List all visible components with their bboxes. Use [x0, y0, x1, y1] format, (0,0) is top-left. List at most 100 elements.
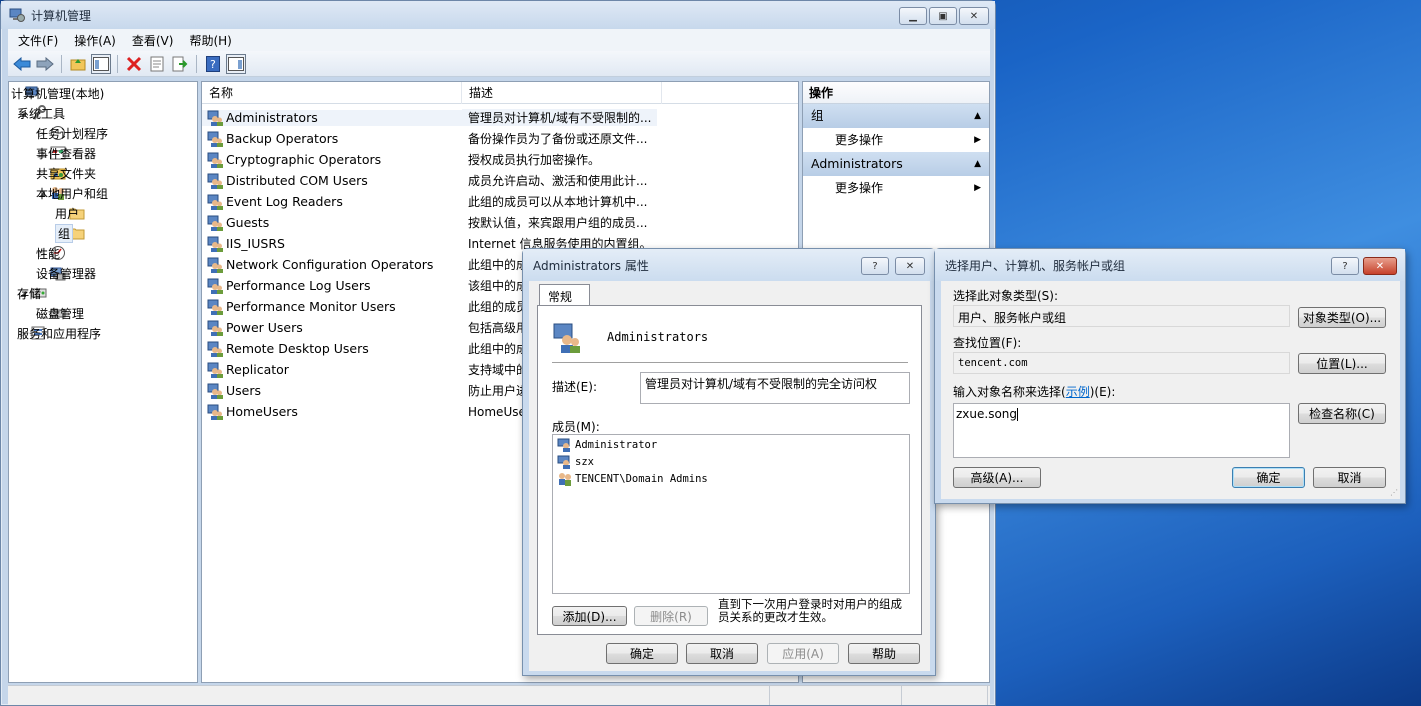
- group-name: Replicator: [226, 362, 289, 377]
- select-users-dialog: 选择用户、计算机、服务帐户或组 ? ✕ 选择此对象类型(S): 用户、服务帐户或…: [934, 248, 1406, 504]
- table-row[interactable]: Cryptographic Operators 授权成员执行加密操作。: [202, 149, 798, 170]
- actions-header: 操作: [803, 82, 989, 104]
- member-name: TENCENT\Domain Admins: [575, 473, 708, 485]
- forward-button[interactable]: [35, 54, 55, 74]
- toolbar-separator: [61, 54, 62, 73]
- list-item[interactable]: Administrator: [557, 437, 657, 453]
- tab-general[interactable]: 常规: [539, 284, 590, 306]
- location-label: 查找位置(F):: [953, 336, 1022, 350]
- label-text: 输入对象名称来选择(: [953, 385, 1066, 399]
- minimize-button[interactable]: ▁: [899, 7, 927, 25]
- tree-item-performance[interactable]: ▷ 性能: [36, 243, 69, 263]
- tree-item-shared-folders[interactable]: ▷ 共享文件夹: [36, 163, 96, 183]
- maximize-button[interactable]: ▣: [929, 7, 957, 25]
- remove-member-button[interactable]: 删除(R): [634, 606, 708, 626]
- column-header-name[interactable]: 名称: [202, 82, 462, 104]
- delete-button[interactable]: [124, 54, 144, 74]
- table-row[interactable]: Backup Operators 备份操作员为了备份或还原文件...: [202, 128, 798, 149]
- close-icon: ✕: [969, 10, 979, 22]
- table-row[interactable]: Distributed COM Users 成员允许启动、激活和使用此计...: [202, 170, 798, 191]
- ok-button[interactable]: 确定: [606, 643, 678, 664]
- tree-item-local-users-groups[interactable]: ◢ 本地用户和组: [36, 183, 108, 203]
- tree-item-users[interactable]: 用户: [55, 203, 88, 223]
- collapse-triangle-icon[interactable]: ▲: [974, 104, 981, 128]
- cancel-button[interactable]: 取消: [686, 643, 758, 664]
- user-icon: [557, 438, 570, 452]
- tree-item-device-manager[interactable]: 设备管理器: [36, 263, 96, 283]
- group-icon: [207, 362, 223, 378]
- object-types-button[interactable]: 对象类型(O)...: [1298, 307, 1386, 328]
- main-titlebar[interactable]: 计算机管理: [1, 1, 995, 29]
- collapse-triangle-icon[interactable]: ▲: [974, 152, 981, 176]
- help-button[interactable]: 帮助: [848, 643, 920, 664]
- folder-up-icon: [70, 58, 86, 70]
- membership-note: 直到下一次用户登录时对用户的组成员关系的更改才生效。: [718, 597, 902, 624]
- tree-item-disk-management[interactable]: 磁盘管理: [36, 303, 84, 323]
- tree-label: 设备管理器: [36, 266, 97, 281]
- group-name-cell: Event Log Readers: [202, 194, 462, 210]
- props-close-button[interactable]: ✕: [895, 257, 925, 275]
- menu-view[interactable]: 查看(V): [132, 32, 174, 49]
- group-description: 成员允许启动、激活和使用此计...: [468, 174, 648, 188]
- group-name-cell: Backup Operators: [202, 131, 462, 147]
- select-help-title-button[interactable]: ?: [1331, 257, 1359, 275]
- properties-button[interactable]: [147, 54, 167, 74]
- export-icon: [172, 56, 188, 71]
- member-name: szx: [575, 456, 594, 468]
- group-icon: [207, 236, 223, 252]
- show-hide-action-pane-button[interactable]: [226, 53, 246, 74]
- actions-section-administrators[interactable]: Administrators ▲: [803, 152, 989, 176]
- select-close-button[interactable]: ✕: [1363, 257, 1397, 275]
- description-field[interactable]: 管理员对计算机/域有不受限制的完全访问权: [640, 372, 910, 404]
- group-icon: [207, 215, 223, 231]
- tree-item-computer-management[interactable]: 计算机管理(本地): [11, 83, 104, 103]
- menu-file[interactable]: 文件(F): [18, 32, 58, 49]
- examples-link[interactable]: 示例: [1066, 385, 1090, 399]
- object-names-input[interactable]: zxue.song: [953, 403, 1290, 458]
- tree-item-system-tools[interactable]: ◢ 系统工具: [17, 103, 65, 123]
- tree-item-storage[interactable]: ◢ 存储: [17, 283, 50, 303]
- help-toolbar-button[interactable]: ?: [203, 54, 223, 74]
- show-hide-tree-button[interactable]: [91, 53, 111, 74]
- up-level-button[interactable]: [68, 54, 88, 74]
- group-icon: [207, 110, 223, 126]
- status-panel: [902, 686, 988, 705]
- tree-item-task-scheduler[interactable]: ▷ 任务计划程序: [36, 123, 108, 143]
- toolbar: ?: [8, 51, 990, 77]
- more-actions-item[interactable]: 更多操作 ▶: [803, 128, 989, 152]
- group-name: Administrators: [226, 110, 318, 125]
- toolbar-separator: [196, 54, 197, 73]
- tree-item-event-viewer[interactable]: ▷ 事件查看器: [36, 143, 96, 163]
- apply-button[interactable]: 应用(A): [767, 643, 839, 664]
- check-names-button[interactable]: 检查名称(C): [1298, 403, 1386, 424]
- more-actions-item[interactable]: 更多操作 ▶: [803, 176, 989, 200]
- tree-item-groups[interactable]: 组: [55, 223, 88, 243]
- table-row[interactable]: Event Log Readers 此组的成员可以从本地计算机中...: [202, 191, 798, 212]
- list-header: 名称 描述: [202, 82, 798, 104]
- export-list-button[interactable]: [170, 54, 190, 74]
- add-member-button[interactable]: 添加(D)...: [552, 606, 627, 626]
- column-header-description[interactable]: 描述: [462, 82, 662, 104]
- administrators-properties-dialog: Administrators 属性 ? ✕ 常规 Administrators …: [522, 248, 936, 676]
- list-item[interactable]: TENCENT\Domain Admins: [557, 471, 708, 487]
- advanced-button[interactable]: 高级(A)...: [953, 467, 1041, 488]
- close-button[interactable]: ✕: [959, 7, 989, 25]
- select-ok-button[interactable]: 确定: [1232, 467, 1305, 488]
- menu-help[interactable]: 帮助(H): [189, 32, 231, 49]
- separator: [552, 362, 908, 363]
- props-help-title-button[interactable]: ?: [861, 257, 889, 275]
- back-button[interactable]: [12, 54, 32, 74]
- group-name-cell: Performance Monitor Users: [202, 299, 462, 315]
- table-row[interactable]: Guests 按默认值，来宾跟用户组的成员...: [202, 212, 798, 233]
- tree-item-services-applications[interactable]: ▷ 服务和应用程序: [17, 323, 101, 343]
- computer-management-icon: [9, 8, 25, 22]
- table-row[interactable]: Administrators 管理员对计算机/域有不受限制的...: [202, 107, 798, 128]
- members-list[interactable]: Administrator szx TENCENT\Domain Admins: [552, 434, 910, 594]
- select-cancel-button[interactable]: 取消: [1313, 467, 1386, 488]
- group-name: Administrators: [607, 330, 709, 344]
- actions-section-groups[interactable]: 组 ▲: [803, 104, 989, 128]
- locations-button[interactable]: 位置(L)...: [1298, 353, 1386, 374]
- resize-grip-icon[interactable]: ⋰: [1390, 488, 1398, 497]
- list-item[interactable]: szx: [557, 454, 594, 470]
- menu-action[interactable]: 操作(A): [74, 32, 116, 49]
